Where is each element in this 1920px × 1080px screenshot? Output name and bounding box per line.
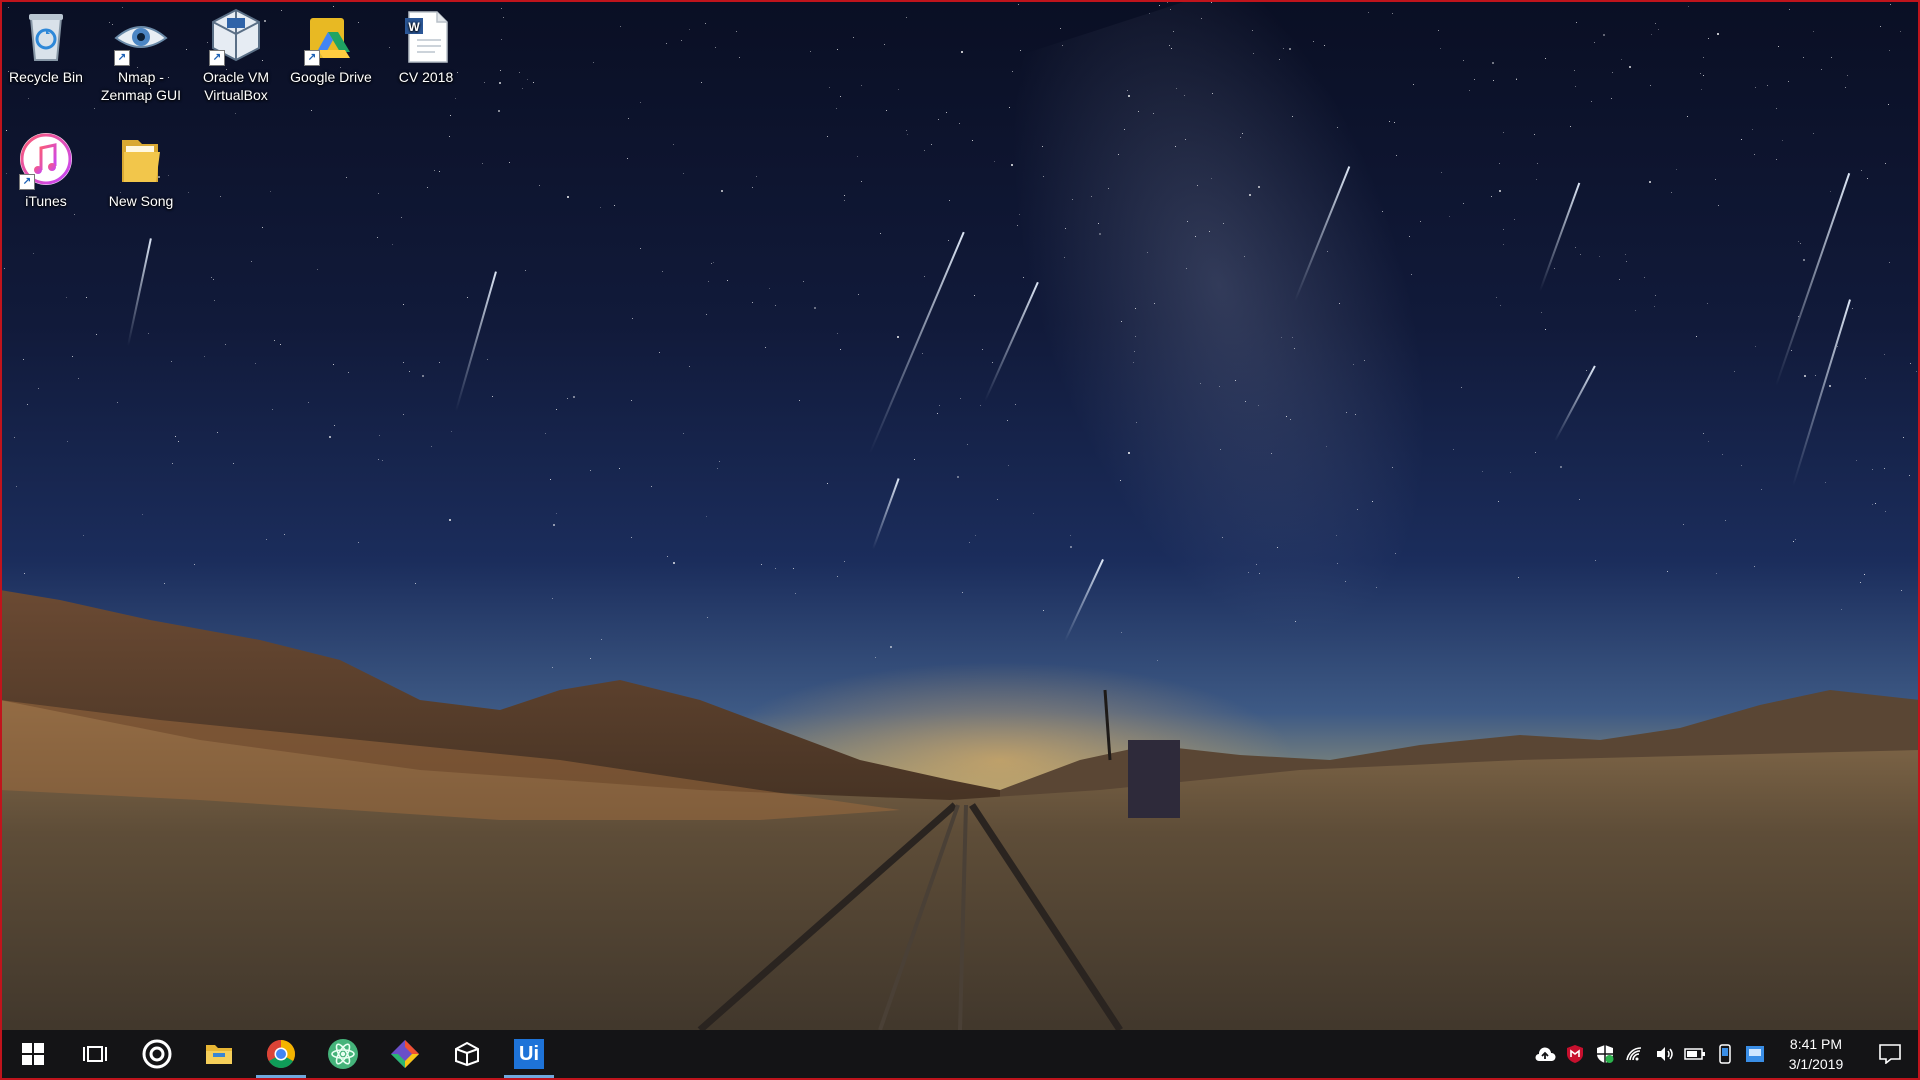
desktop-icon-label: CV 2018 — [398, 69, 454, 85]
desktop-icon-label: iTunes — [25, 193, 67, 209]
wifi-icon[interactable] — [1620, 1030, 1650, 1078]
desktop-icon-label: Oracle VM VirtualBox — [202, 69, 270, 103]
recycle-bin-icon — [17, 6, 75, 64]
windows-logo-icon — [22, 1043, 44, 1065]
virtualbox-icon: ↗ — [207, 6, 265, 66]
desktop-icon-google-drive[interactable]: ↗ Google Drive — [285, 0, 377, 110]
folder-icon — [112, 130, 170, 188]
taskbar: Ui 8:41 PM 3/1/2019 — [2, 1030, 1918, 1078]
desktop-icon-label: Google Drive — [290, 69, 372, 85]
defender-shield-icon[interactable] — [1590, 1030, 1620, 1078]
desktop-icon-recycle-bin[interactable]: Recycle Bin — [0, 0, 92, 110]
git-button[interactable] — [374, 1030, 436, 1078]
device-icon[interactable] — [1710, 1030, 1740, 1078]
task-view-icon — [83, 1046, 107, 1062]
word-document-icon: W — [397, 6, 455, 64]
shortcut-arrow-icon: ↗ — [304, 50, 320, 66]
shortcut-arrow-icon: ↗ — [19, 174, 35, 190]
atom-icon — [328, 1039, 358, 1069]
atom-button[interactable] — [312, 1030, 374, 1078]
network-monitor-icon[interactable] — [1740, 1030, 1770, 1078]
clock-date: 3/1/2019 — [1788, 1056, 1844, 1072]
desktop-icon-itunes[interactable]: ↗ iTunes — [0, 124, 92, 234]
cortana-ring-icon — [142, 1039, 172, 1069]
cloud-upload-icon[interactable] — [1530, 1030, 1560, 1078]
desktop-wallpaper — [0, 0, 1920, 1080]
nmap-eye-icon: ↗ — [112, 6, 170, 66]
taskbar-clock[interactable]: 8:41 PM 3/1/2019 — [1770, 1030, 1862, 1078]
svg-text:W: W — [408, 20, 420, 34]
system-tray: 8:41 PM 3/1/2019 — [1530, 1030, 1918, 1078]
action-center-button[interactable] — [1862, 1030, 1918, 1078]
cortana-button[interactable] — [126, 1030, 188, 1078]
uipath-button[interactable]: Ui — [498, 1030, 560, 1078]
folder-icon — [206, 1045, 232, 1064]
task-view-button[interactable] — [64, 1030, 126, 1078]
google-drive-icon: ↗ — [302, 6, 360, 66]
mcafee-shield-icon[interactable] — [1560, 1030, 1590, 1078]
desktop-icon-nmap[interactable]: ↗ Nmap - Zenmap GUI — [95, 0, 187, 110]
desktop-icon-label: Nmap - Zenmap GUI — [100, 69, 182, 103]
unity-icon — [455, 1041, 479, 1067]
unity-button[interactable] — [436, 1030, 498, 1078]
chrome-icon — [267, 1040, 295, 1068]
uipath-icon: Ui — [514, 1039, 544, 1069]
desktop-icon-label: Recycle Bin — [9, 69, 83, 85]
desktop-icon-virtualbox[interactable]: ↗ Oracle VM VirtualBox — [190, 0, 282, 110]
desktop-icon-new-song[interactable]: New Song — [95, 124, 187, 234]
battery-icon[interactable] — [1680, 1030, 1710, 1078]
volume-icon[interactable] — [1650, 1030, 1680, 1078]
desert-landscape — [0, 590, 1920, 1080]
file-explorer-button[interactable] — [188, 1030, 250, 1078]
desktop-icon-cv-2018[interactable]: W CV 2018 — [380, 0, 472, 110]
itunes-icon: ↗ — [17, 130, 75, 190]
start-button[interactable] — [2, 1030, 64, 1078]
action-center-icon — [1879, 1044, 1901, 1064]
git-diamond-icon — [391, 1040, 419, 1068]
clock-time: 8:41 PM — [1789, 1036, 1843, 1052]
shortcut-arrow-icon: ↗ — [209, 50, 225, 66]
chrome-button[interactable] — [250, 1030, 312, 1078]
shortcut-arrow-icon: ↗ — [114, 50, 130, 66]
desktop-icon-label: New Song — [108, 193, 174, 209]
